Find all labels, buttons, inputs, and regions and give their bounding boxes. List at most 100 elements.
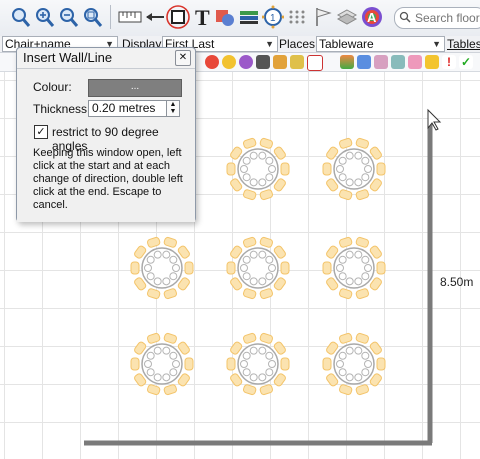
chair[interactable] [226,261,236,275]
place-setting [265,368,274,377]
colour-picker-button[interactable]: ... [88,79,182,97]
smiley-icon[interactable] [222,55,236,69]
check-icon[interactable]: ✓ [459,55,473,69]
round-table[interactable] [322,236,386,300]
chair[interactable] [280,261,290,275]
chair[interactable] [146,384,161,396]
chair[interactable] [242,137,257,149]
chair[interactable] [355,332,370,344]
chair[interactable] [338,288,353,300]
chair[interactable] [280,162,290,176]
zoom-selection-button[interactable] [82,5,104,29]
chair[interactable] [130,357,140,371]
layers-button[interactable] [336,5,358,29]
search-input[interactable] [413,9,480,27]
color-bar-icon[interactable] [340,55,354,69]
round-table[interactable] [322,137,386,201]
insert-color-bar-button[interactable] [238,5,260,29]
chair[interactable] [338,137,353,149]
round-table[interactable] [130,236,194,300]
thickness-spinner[interactable]: ▲ ▼ [166,100,180,117]
chair[interactable] [163,236,178,248]
chair[interactable] [242,189,257,201]
chair[interactable] [259,137,274,149]
chair[interactable] [355,384,370,396]
chair[interactable] [226,357,236,371]
round-table[interactable] [226,332,290,396]
round-table[interactable] [226,236,290,300]
chair[interactable] [259,384,274,396]
chair[interactable] [355,236,370,248]
chair[interactable] [322,261,332,275]
insert-wall-button[interactable] [166,5,190,29]
chair[interactable] [376,261,386,275]
spin-down-icon[interactable]: ▼ [170,108,177,115]
star-icon[interactable] [425,55,439,69]
heart-icon[interactable] [205,55,219,69]
chair[interactable] [146,236,161,248]
chair[interactable] [355,189,370,201]
insert-shape-button[interactable] [214,5,236,29]
chair[interactable] [259,288,274,300]
insert-text-button[interactable]: T [192,5,214,29]
chair[interactable] [184,261,194,275]
chair[interactable] [376,357,386,371]
gender-icon[interactable] [357,55,371,69]
chair[interactable] [242,288,257,300]
chair[interactable] [338,189,353,201]
zoom-fit-button[interactable] [10,5,32,29]
chair[interactable] [259,189,274,201]
places-dropdown[interactable]: Tableware ▼ [316,36,445,52]
ruler-button[interactable] [118,5,142,29]
zoom-in-button[interactable] [34,5,56,29]
chair[interactable] [146,332,161,344]
chair[interactable] [163,288,178,300]
chair[interactable] [376,162,386,176]
flag-red-icon[interactable] [307,55,323,71]
insert-flag-button[interactable] [312,5,334,29]
insert-grid-button[interactable] [286,5,308,29]
exclamation-icon[interactable]: ! [442,55,456,69]
chair[interactable] [163,384,178,396]
accessible-icon[interactable] [391,55,405,69]
chair[interactable] [130,261,140,275]
spin-up-icon[interactable]: ▲ [170,101,177,108]
chair[interactable] [355,288,370,300]
emoji-icon[interactable] [239,55,253,69]
search-box[interactable] [394,7,480,29]
chair[interactable] [226,162,236,176]
couple-icon[interactable] [374,55,388,69]
thickness-field[interactable]: 0.20 metres [88,100,171,117]
chair[interactable] [259,332,274,344]
round-table[interactable] [130,332,194,396]
close-button[interactable]: ✕ [175,50,191,66]
chair[interactable] [259,236,274,248]
chair[interactable] [163,332,178,344]
family-icon[interactable] [408,55,422,69]
theme-button[interactable]: A [360,5,384,29]
chair[interactable] [338,332,353,344]
place-setting [361,255,370,264]
chair[interactable] [322,162,332,176]
chair[interactable] [322,357,332,371]
chair[interactable] [280,357,290,371]
people-icon[interactable] [273,55,287,69]
place-setting [172,264,180,272]
chair[interactable] [338,236,353,248]
chair[interactable] [355,137,370,149]
zoom-out-button[interactable] [58,5,80,29]
chair[interactable] [146,288,161,300]
skull-icon[interactable] [256,55,270,69]
insert-numbered-table-button[interactable]: 1 [262,5,284,29]
chair[interactable] [338,384,353,396]
chair[interactable] [242,236,257,248]
chair[interactable] [184,357,194,371]
restrict-angles-checkbox[interactable]: ✓ [34,125,48,139]
insert-line-button[interactable] [144,5,166,29]
round-table[interactable] [226,137,290,201]
chair[interactable] [242,384,257,396]
chair[interactable] [242,332,257,344]
round-table[interactable] [322,332,386,396]
ruler-icon [118,11,142,23]
pencil-icon[interactable] [290,55,304,69]
